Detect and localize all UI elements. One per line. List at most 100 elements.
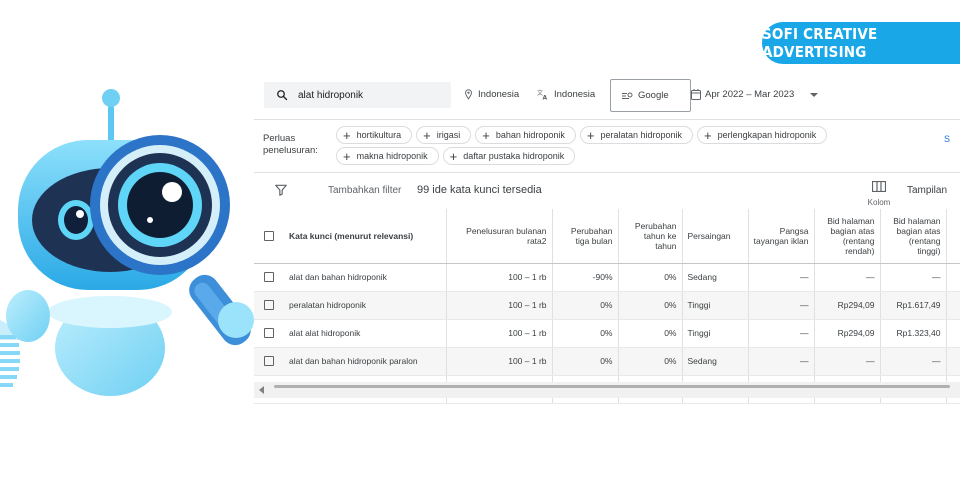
three-month-change-cell: 0%	[552, 291, 619, 320]
location-pin-icon	[465, 89, 472, 100]
row-select-cell	[254, 263, 284, 292]
plus-icon: +	[449, 148, 458, 164]
keyword-planner-panel: alat hidroponik Indonesia 文 A Indonesia …	[254, 70, 960, 410]
show-more-link[interactable]: S	[944, 134, 950, 144]
header-yoy-change[interactable]: Perubahan tahun ke tahun	[618, 209, 683, 264]
language-label: Indonesia	[554, 89, 596, 100]
broaden-label: Perluas penelusuran:	[263, 133, 318, 156]
impression-share-cell: —	[748, 347, 815, 376]
overflow-cell	[946, 263, 960, 292]
yoy-change-cell: 0%	[618, 291, 683, 320]
plus-icon: +	[586, 127, 595, 143]
three-month-change-cell: -90%	[552, 263, 619, 292]
header-overflow	[946, 209, 960, 264]
select-all-cell	[254, 209, 284, 264]
divider	[254, 119, 960, 120]
search-engine-selector[interactable]: Google	[610, 79, 691, 112]
bid-low-cell: Rp294,09	[814, 319, 881, 348]
row-checkbox[interactable]	[264, 328, 274, 339]
translate-icon: 文 A	[537, 89, 548, 101]
keyword-ideas-table: Kata kunci (menurut relevansi) Penelusur…	[254, 209, 960, 404]
broaden-chip[interactable]: + irigasi	[416, 126, 472, 144]
competition-cell: Sedang	[682, 263, 749, 292]
competition-cell: Tinggi	[682, 291, 749, 320]
columns-label: Kolom	[867, 198, 891, 207]
horizontal-scrollbar[interactable]	[254, 382, 960, 398]
header-three-month-change[interactable]: Perubahan tiga bulan	[552, 209, 619, 264]
columns-button[interactable]: Kolom	[865, 179, 893, 207]
calendar-icon	[691, 89, 701, 100]
yoy-change-cell: 0%	[618, 319, 683, 348]
scroll-left-icon[interactable]	[259, 386, 264, 394]
broaden-chip[interactable]: + perlengkapan hidroponik	[697, 126, 828, 144]
plus-icon: +	[343, 127, 351, 143]
header-competition[interactable]: Persaingan	[682, 209, 749, 264]
overflow-cell	[946, 347, 960, 376]
engine-icon	[622, 92, 633, 99]
add-filter-button[interactable]: Tambahkan filter	[328, 185, 401, 196]
row-checkbox[interactable]	[264, 356, 274, 367]
row-checkbox[interactable]	[264, 272, 274, 283]
view-button[interactable]: Tampilan	[907, 185, 947, 196]
table-row[interactable]: alat dan bahan hidroponik 100 – 1 rb -90% 0…	[254, 263, 960, 292]
avg-monthly-searches-cell: 100 – 1 rb	[446, 347, 553, 376]
row-select-cell	[254, 291, 284, 320]
yoy-change-cell: 0%	[618, 347, 683, 376]
table-row[interactable]: alat dan bahan hidroponik paralon 100 – 1…	[254, 347, 960, 376]
table-row[interactable]: peralatan hidroponik 100 – 1 rb 0% 0% Tinggi…	[254, 291, 960, 320]
keyword-ideas-count: 99 ide kata kunci tersedia	[417, 184, 542, 196]
competition-cell: Tinggi	[682, 319, 749, 348]
broaden-chip[interactable]: + bahan hidroponik	[475, 126, 576, 144]
plus-icon: +	[704, 127, 712, 143]
brand-text: Sofi Creative Advertising	[762, 25, 878, 61]
competition-cell: Sedang	[682, 347, 749, 376]
bid-low-cell: Rp294,09	[814, 291, 881, 320]
keyword-cell: alat dan bahan hidroponik	[284, 263, 447, 292]
search-icon	[277, 90, 288, 101]
plus-icon: +	[482, 127, 490, 143]
scrollbar-thumb[interactable]	[274, 385, 950, 388]
header-impression-share[interactable]: Pangsa tayangan iklan	[748, 209, 815, 264]
bid-high-cell: —	[880, 263, 947, 292]
location-selector[interactable]: Indonesia	[464, 89, 519, 100]
header-avg-monthly-searches[interactable]: Penelusuran bulanan rata2	[446, 209, 553, 264]
select-all-checkbox[interactable]	[264, 231, 274, 242]
bid-high-cell: Rp1.323,40	[880, 319, 947, 348]
plus-icon: +	[343, 148, 351, 164]
header-bid-low[interactable]: Bid halaman bagian atas (rentang rendah)	[814, 209, 881, 264]
table-header-row: Kata kunci (menurut relevansi) Penelusur…	[254, 209, 960, 264]
three-month-change-cell: 0%	[552, 347, 619, 376]
impression-share-cell: —	[748, 319, 815, 348]
yoy-change-cell: 0%	[618, 263, 683, 292]
row-select-cell	[254, 319, 284, 348]
date-range-selector[interactable]: Apr 2022 – Mar 2023	[691, 89, 819, 100]
broaden-chips-row-1: + hortikultura + irigasi + bahan hidroponik…	[336, 126, 831, 144]
impression-share-cell: —	[748, 291, 815, 320]
broaden-chip[interactable]: + peralatan hidroponik	[579, 126, 694, 144]
broaden-chip[interactable]: + daftar pustaka hidroponik	[442, 147, 576, 165]
overflow-cell	[946, 319, 960, 348]
broaden-chip[interactable]: + hortikultura	[336, 126, 413, 144]
keyword-cell: alat alat hidroponik	[284, 319, 447, 348]
impression-share-cell: —	[748, 263, 815, 292]
columns-icon	[871, 180, 887, 193]
svg-text:A: A	[543, 95, 548, 101]
row-select-cell	[254, 347, 284, 376]
brand-badge: Sofi Creative Advertising	[762, 22, 960, 64]
engine-label: Google	[638, 90, 669, 101]
broaden-chips-row-2: + makna hidroponik + daftar pustaka hidrop…	[336, 147, 579, 165]
location-label: Indonesia	[478, 89, 520, 100]
table-row[interactable]: alat alat hidroponik 100 – 1 rb 0% 0% Tinggi…	[254, 319, 960, 348]
broaden-chip[interactable]: + makna hidroponik	[336, 147, 439, 165]
filter-icon[interactable]	[274, 183, 288, 197]
search-query: alat hidroponik	[298, 89, 364, 101]
filter-bar: Tambahkan filter 99 ide kata kunci terse…	[254, 173, 960, 209]
language-selector[interactable]: 文 A Indonesia	[537, 89, 595, 100]
bid-high-cell: —	[880, 347, 947, 376]
bid-low-cell: —	[814, 347, 881, 376]
robot-magnifier-illustration	[0, 89, 254, 396]
keyword-search-box[interactable]: alat hidroponik	[264, 82, 451, 108]
header-keyword[interactable]: Kata kunci (menurut relevansi)	[284, 209, 447, 264]
header-bid-high[interactable]: Bid halaman bagian atas (rentang tinggi)	[880, 209, 947, 264]
row-checkbox[interactable]	[264, 300, 274, 311]
